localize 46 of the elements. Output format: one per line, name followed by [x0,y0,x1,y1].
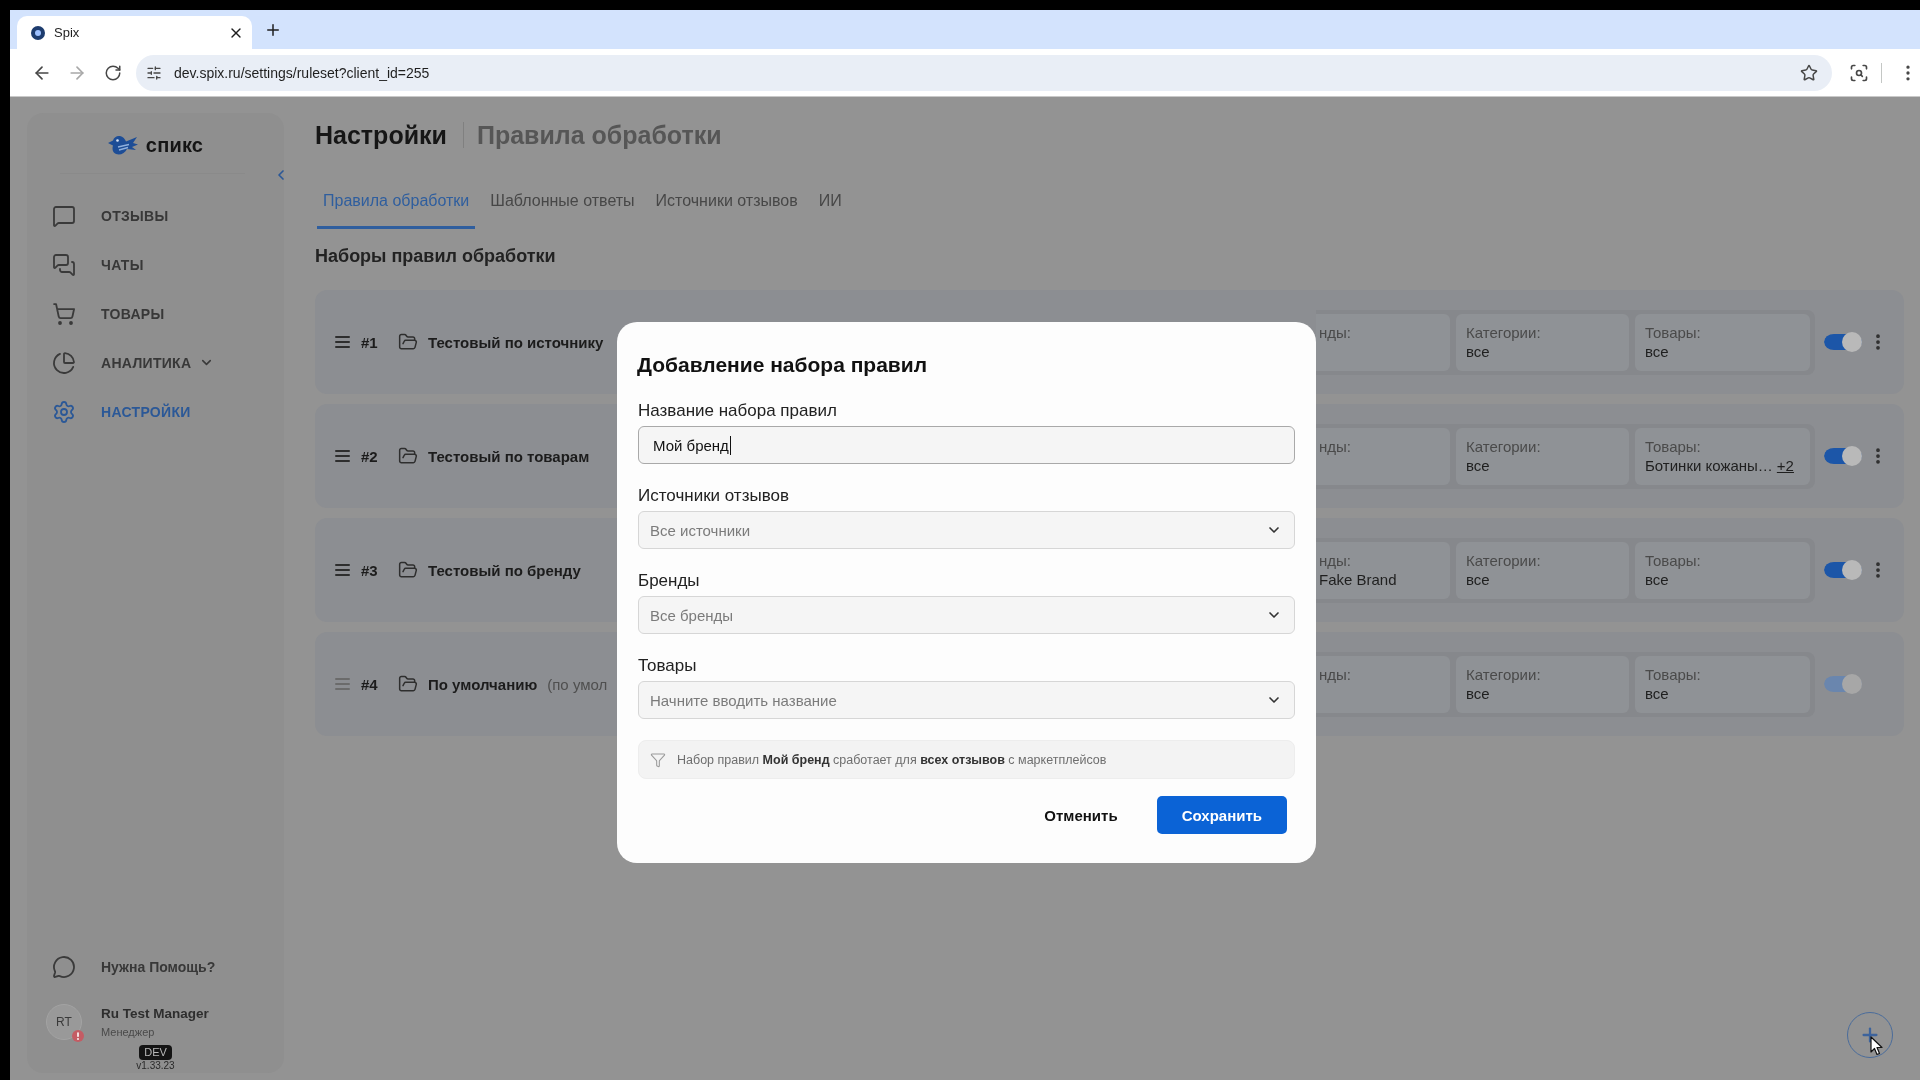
filter-label: Категории: [1466,436,1542,456]
filter-label: Категории: [1466,550,1542,570]
page-subtitle: Правила обработки [476,119,722,150]
field-label: Бренды [638,571,701,591]
filter-value: все [1466,569,1490,589]
filter-value: все [1645,683,1669,703]
ruleset-note: (по умол [547,675,608,693]
filter-value: все [1466,341,1490,361]
env-badge: DEV [139,1045,172,1060]
avatar-initials: RT [56,1015,72,1029]
filter-value: Fake Brand [1319,569,1397,589]
filter-label: нды: [1319,550,1352,570]
ruleset-number: #4 [361,675,379,693]
filter-value: все [1466,455,1490,475]
filter-label: Категории: [1466,322,1542,342]
version-label: v1.33.23 [136,1060,175,1072]
ruleset-name: Тестовый по товарам [428,447,590,465]
ruleset-name: По умолчанию [428,675,538,693]
ruleset-number: #1 [361,333,379,351]
filter-label: Товары: [1645,322,1702,342]
field-label: Название набора правил [638,401,838,421]
filter-value: все [1466,683,1490,703]
ruleset-number: #3 [361,561,379,579]
filter-value: все [1645,341,1669,361]
field-label: Товары [638,656,698,676]
modal-title: Добавление набора правил [637,352,929,378]
filter-label: Товары: [1645,550,1702,570]
ruleset-number: #2 [361,447,379,465]
ruleset-name: Тестовый по источнику [428,333,604,351]
filter-label: Товары: [1645,664,1702,684]
filter-label: нды: [1319,664,1352,684]
ruleset-name: Тестовый по бренду [428,561,581,579]
filter-label: Товары: [1645,436,1702,456]
logo-wordmark: спикс [145,133,204,157]
filter-label: Категории: [1466,664,1542,684]
filter-label: нды: [1319,436,1352,456]
section-title: Наборы правил обработки [315,245,557,267]
filter-value: все [1645,569,1669,589]
filter-value: Ботинки кожаны… [1645,455,1773,475]
url-text: dev.spix.ru/settings/ruleset?client_id=255 [174,64,430,81]
filter-label: нды: [1319,322,1352,342]
hint-text: Набор правил Мой бренд сработает для всех отзывов с маркетплейсов [677,752,1107,767]
field-label: Источники отзывов [638,486,790,506]
page-title: Настройки [315,119,447,150]
user-role: Менеджер [101,1025,156,1039]
user-name: Ru Test Manager [101,1005,209,1022]
